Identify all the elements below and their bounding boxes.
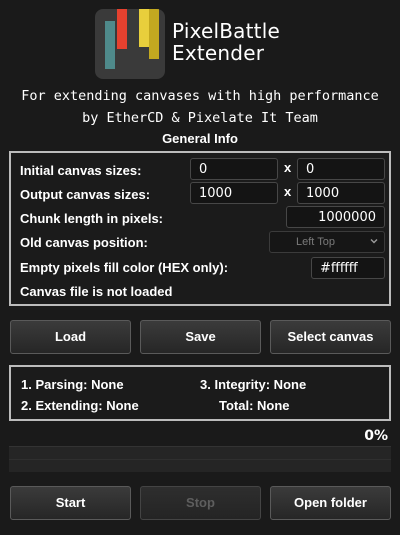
output-width-input[interactable]: 1000 bbox=[190, 182, 278, 204]
initial-size-separator: x bbox=[284, 160, 292, 175]
fill-color-input[interactable]: #ffffff bbox=[311, 257, 385, 279]
logo-bar-yellow bbox=[139, 9, 149, 47]
logo-bar-red bbox=[117, 9, 127, 49]
app-header: PixelBattle Extender bbox=[0, 0, 400, 86]
integrity-status: 3. Integrity: None bbox=[200, 377, 307, 392]
app-title-line1: PixelBattle bbox=[172, 19, 280, 43]
start-button[interactable]: Start bbox=[10, 486, 131, 520]
fill-color-label: Empty pixels fill color (HEX only): bbox=[20, 260, 229, 275]
initial-size-label: Initial canvas sizes: bbox=[20, 163, 142, 178]
old-position-value: Left Top bbox=[296, 236, 335, 248]
initial-height-input[interactable]: 0 bbox=[297, 158, 385, 180]
output-size-separator: x bbox=[284, 184, 292, 199]
old-position-select[interactable]: Left Top bbox=[269, 231, 385, 253]
extending-status: 2. Extending: None bbox=[21, 398, 139, 413]
select-canvas-button[interactable]: Select canvas bbox=[270, 320, 391, 354]
progress-bar bbox=[9, 446, 391, 472]
logo-bar-teal bbox=[105, 21, 115, 69]
chevron-down-icon bbox=[370, 239, 378, 244]
app-title: PixelBattle Extender bbox=[172, 20, 280, 64]
old-position-label: Old canvas position: bbox=[20, 235, 148, 250]
file-status-text: Canvas file is not loaded bbox=[20, 284, 173, 299]
app-logo-icon bbox=[95, 9, 165, 79]
load-button[interactable]: Load bbox=[10, 320, 131, 354]
logo-bar-gold bbox=[149, 9, 159, 59]
output-size-label: Output canvas sizes: bbox=[20, 187, 151, 202]
parsing-status: 1. Parsing: None bbox=[21, 377, 124, 392]
output-height-input[interactable]: 1000 bbox=[297, 182, 385, 204]
total-status: Total: None bbox=[219, 398, 290, 413]
stop-button[interactable]: Stop bbox=[140, 486, 261, 520]
progress-track-line bbox=[9, 459, 391, 460]
app-title-line2: Extender bbox=[172, 41, 265, 65]
app-subtitle-line1: For extending canvases with high perform… bbox=[21, 88, 379, 104]
chunk-length-input[interactable]: 1000000 bbox=[286, 206, 385, 228]
save-button[interactable]: Save bbox=[140, 320, 261, 354]
open-folder-button[interactable]: Open folder bbox=[270, 486, 391, 520]
chunk-length-label: Chunk length in pixels: bbox=[20, 211, 164, 226]
progress-percent: 0% bbox=[364, 428, 388, 444]
app-subtitle-line2: by EtherCD & Pixelate It Team bbox=[82, 110, 318, 126]
general-info-title: General Info bbox=[162, 131, 238, 146]
initial-width-input[interactable]: 0 bbox=[190, 158, 278, 180]
